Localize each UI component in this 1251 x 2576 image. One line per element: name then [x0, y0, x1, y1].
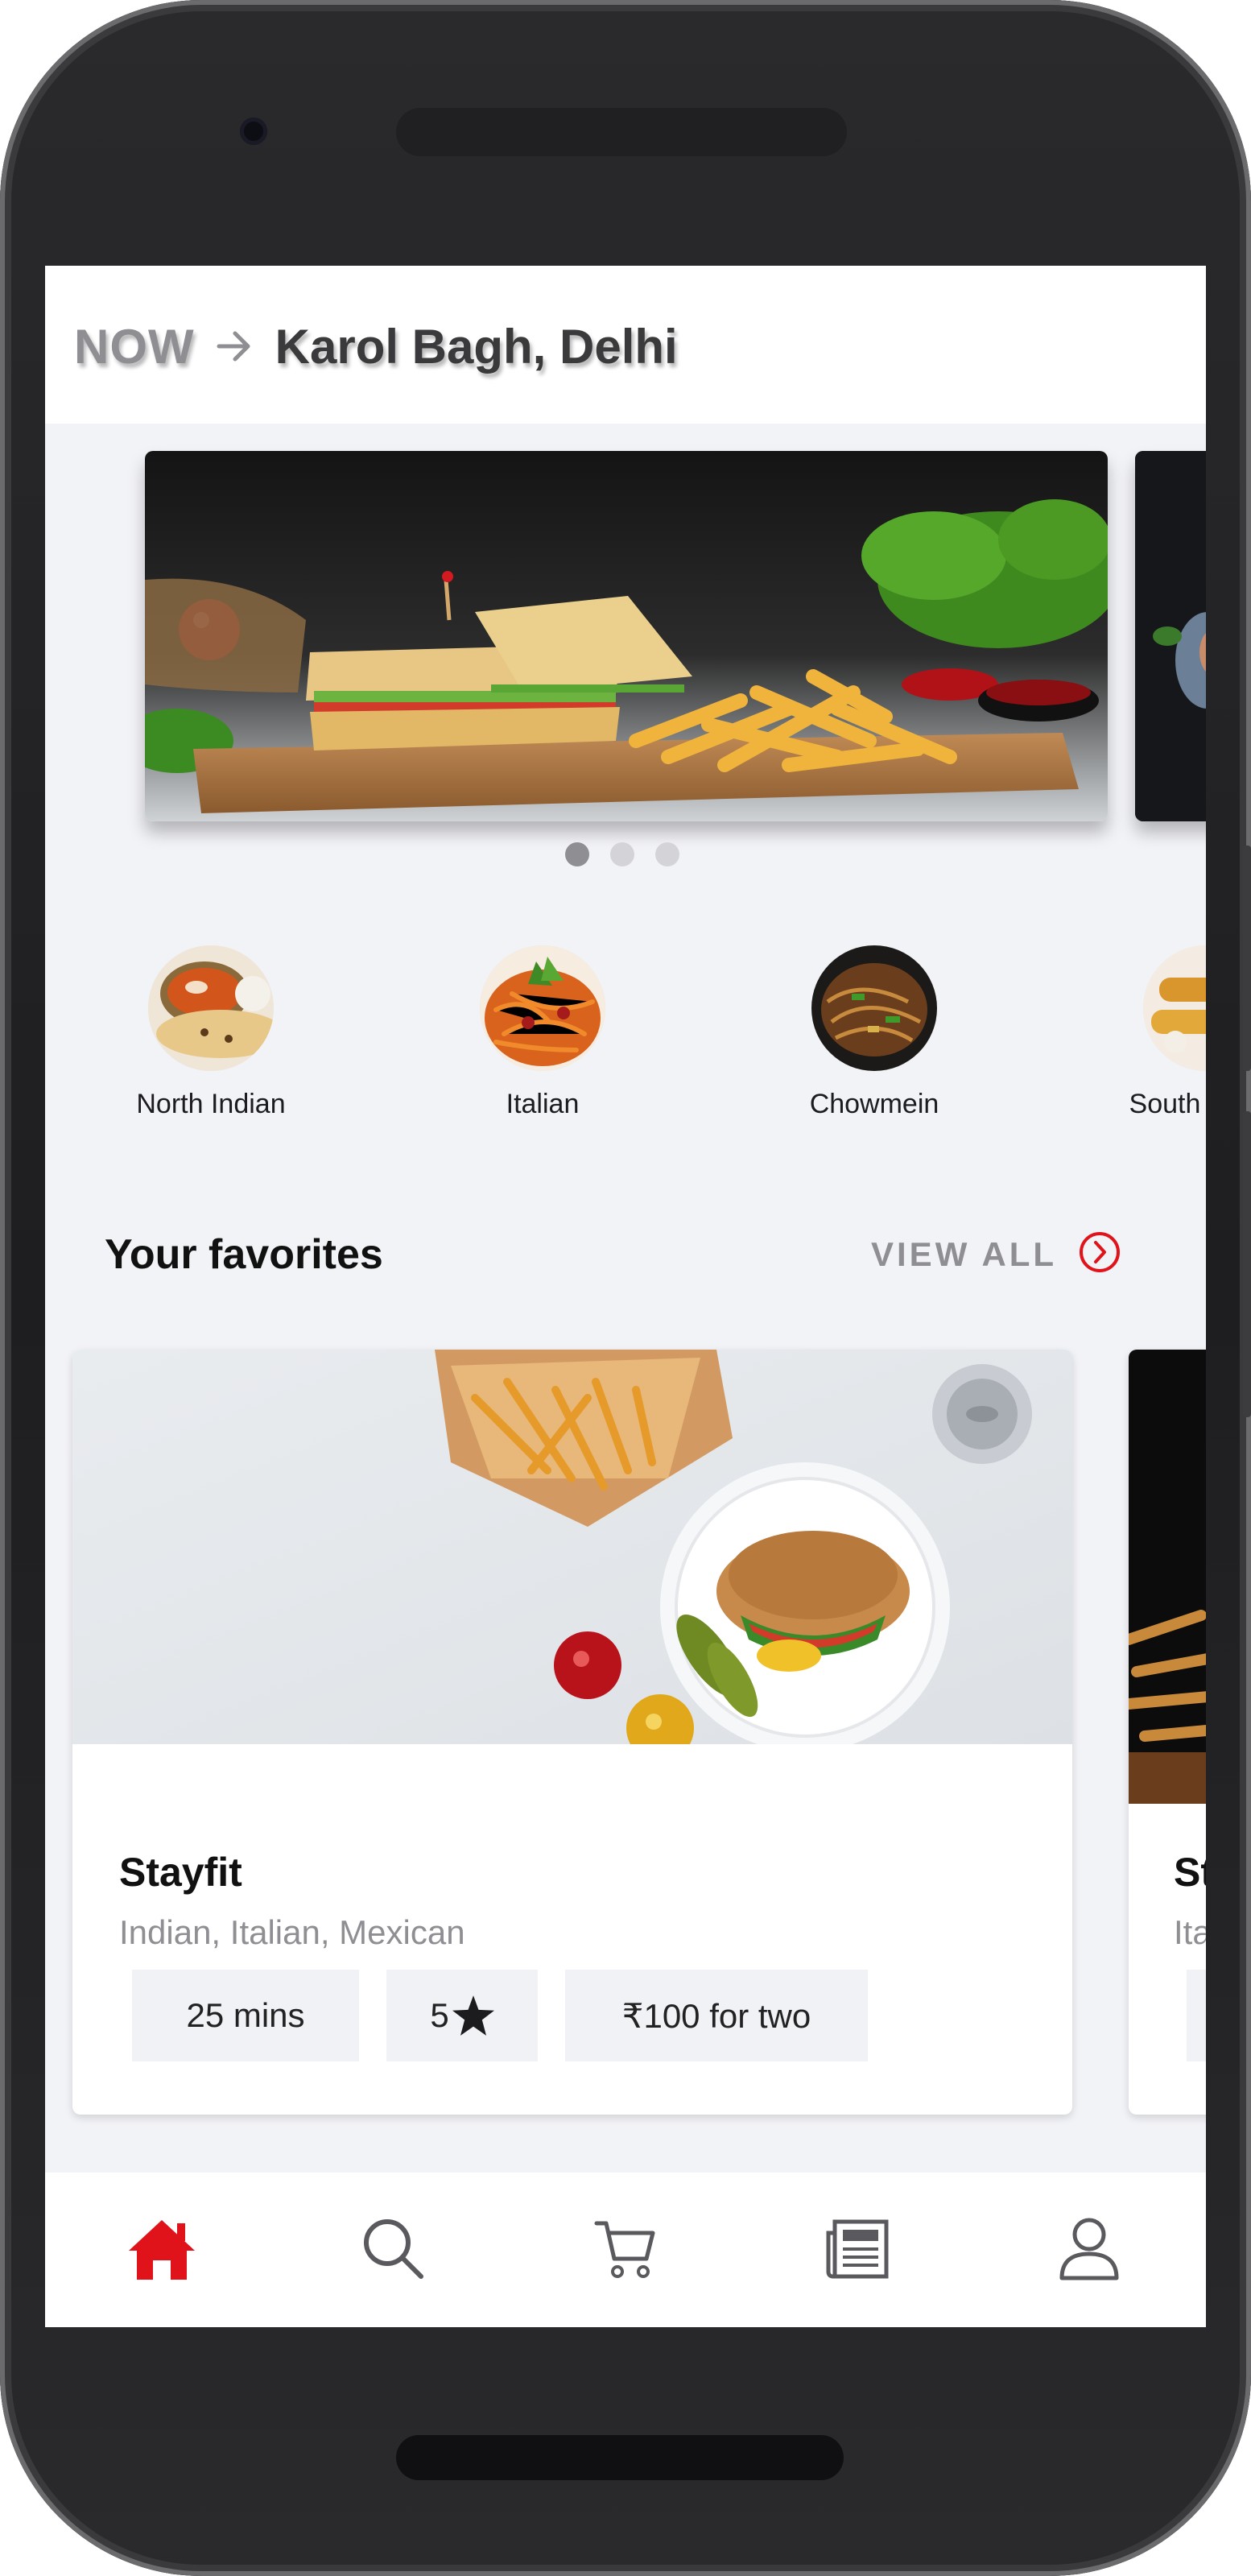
delivery-time-chip: 25 mins [132, 1970, 359, 2061]
category-label: North Indian [136, 1089, 286, 1119]
home-icon [129, 2220, 195, 2280]
italian-image [480, 945, 605, 1071]
arrow-right-icon [216, 329, 254, 364]
delivery-time: 25 mins [186, 1996, 305, 2034]
rating-value: 5 [430, 1996, 449, 2034]
promo-banner-2[interactable] [1135, 451, 1206, 821]
bottom-navigation [45, 2173, 1206, 2327]
nav-search[interactable] [349, 2205, 438, 2293]
price-chip: ₹100 for two [565, 1970, 868, 2061]
food-image [1135, 451, 1206, 821]
earpiece-speaker [396, 108, 847, 156]
rating-chip: 5 [386, 1970, 538, 2061]
chevron-right-circle-icon [1078, 1230, 1121, 1278]
delivery-time-chip [1187, 1970, 1206, 2061]
phone-frame: NOW Karol Bagh, Delhi North Indian Itali… [0, 0, 1251, 2576]
view-all-button[interactable]: VIEW ALL [871, 1230, 1121, 1278]
restaurant-name: Stayfit [1174, 1850, 1206, 1895]
location-header: NOW Karol Bagh, Delhi [45, 266, 1206, 424]
food-image [1129, 1350, 1206, 1804]
restaurant-name: Stayfit [119, 1850, 242, 1895]
favorites-title: Your favorites [105, 1231, 383, 1278]
category-chowmein[interactable]: Chowmein [745, 945, 1003, 1120]
front-camera [240, 118, 267, 145]
location-selector[interactable]: NOW Karol Bagh, Delhi [74, 314, 678, 378]
cart-icon [594, 2221, 655, 2278]
carousel-dot[interactable] [565, 842, 589, 866]
location-name: Karol Bagh, Delhi [275, 319, 678, 374]
star-icon [452, 1995, 494, 2036]
restaurant-card[interactable]: Stayfit Indian, Italian, Mexican 25 mins… [72, 1350, 1072, 2115]
now-label: NOW [74, 319, 195, 374]
north-indian-image [148, 945, 274, 1071]
volume-button [1243, 846, 1251, 1071]
power-button [1243, 1111, 1251, 1417]
bottom-speaker [396, 2435, 844, 2480]
nav-home[interactable] [118, 2205, 206, 2293]
restaurant-card[interactable]: Stayfit Italian [1129, 1350, 1206, 2115]
price-for-two: ₹100 for two [621, 1996, 811, 2035]
promo-banner-1[interactable] [145, 451, 1108, 821]
view-all-label: VIEW ALL [871, 1234, 1058, 1273]
category-label: South Indian [1129, 1089, 1206, 1119]
nav-news[interactable] [813, 2205, 902, 2293]
burger-fries-image [72, 1350, 1072, 1744]
nav-profile[interactable] [1045, 2205, 1133, 2293]
category-label: Chowmein [809, 1089, 939, 1119]
south-indian-image [1143, 945, 1206, 1071]
search-icon [364, 2219, 423, 2279]
chowmein-image [811, 945, 937, 1071]
category-south-indian[interactable]: South Indian [1077, 945, 1206, 1120]
restaurant-cuisine: Italian [1174, 1913, 1206, 1951]
sandwich-fries-image [145, 451, 1108, 821]
carousel-dot[interactable] [655, 842, 679, 866]
profile-icon [1059, 2218, 1119, 2280]
category-north-indian[interactable]: North Indian [82, 945, 340, 1120]
app-screen: NOW Karol Bagh, Delhi North Indian Itali… [45, 266, 1206, 2327]
category-label: Italian [506, 1089, 580, 1119]
carousel-dot[interactable] [610, 842, 634, 866]
carousel-indicator [565, 842, 679, 866]
newspaper-icon [826, 2219, 889, 2279]
category-italian[interactable]: Italian [414, 945, 671, 1120]
nav-cart[interactable] [581, 2205, 670, 2293]
restaurant-cuisine: Indian, Italian, Mexican [119, 1913, 465, 1951]
